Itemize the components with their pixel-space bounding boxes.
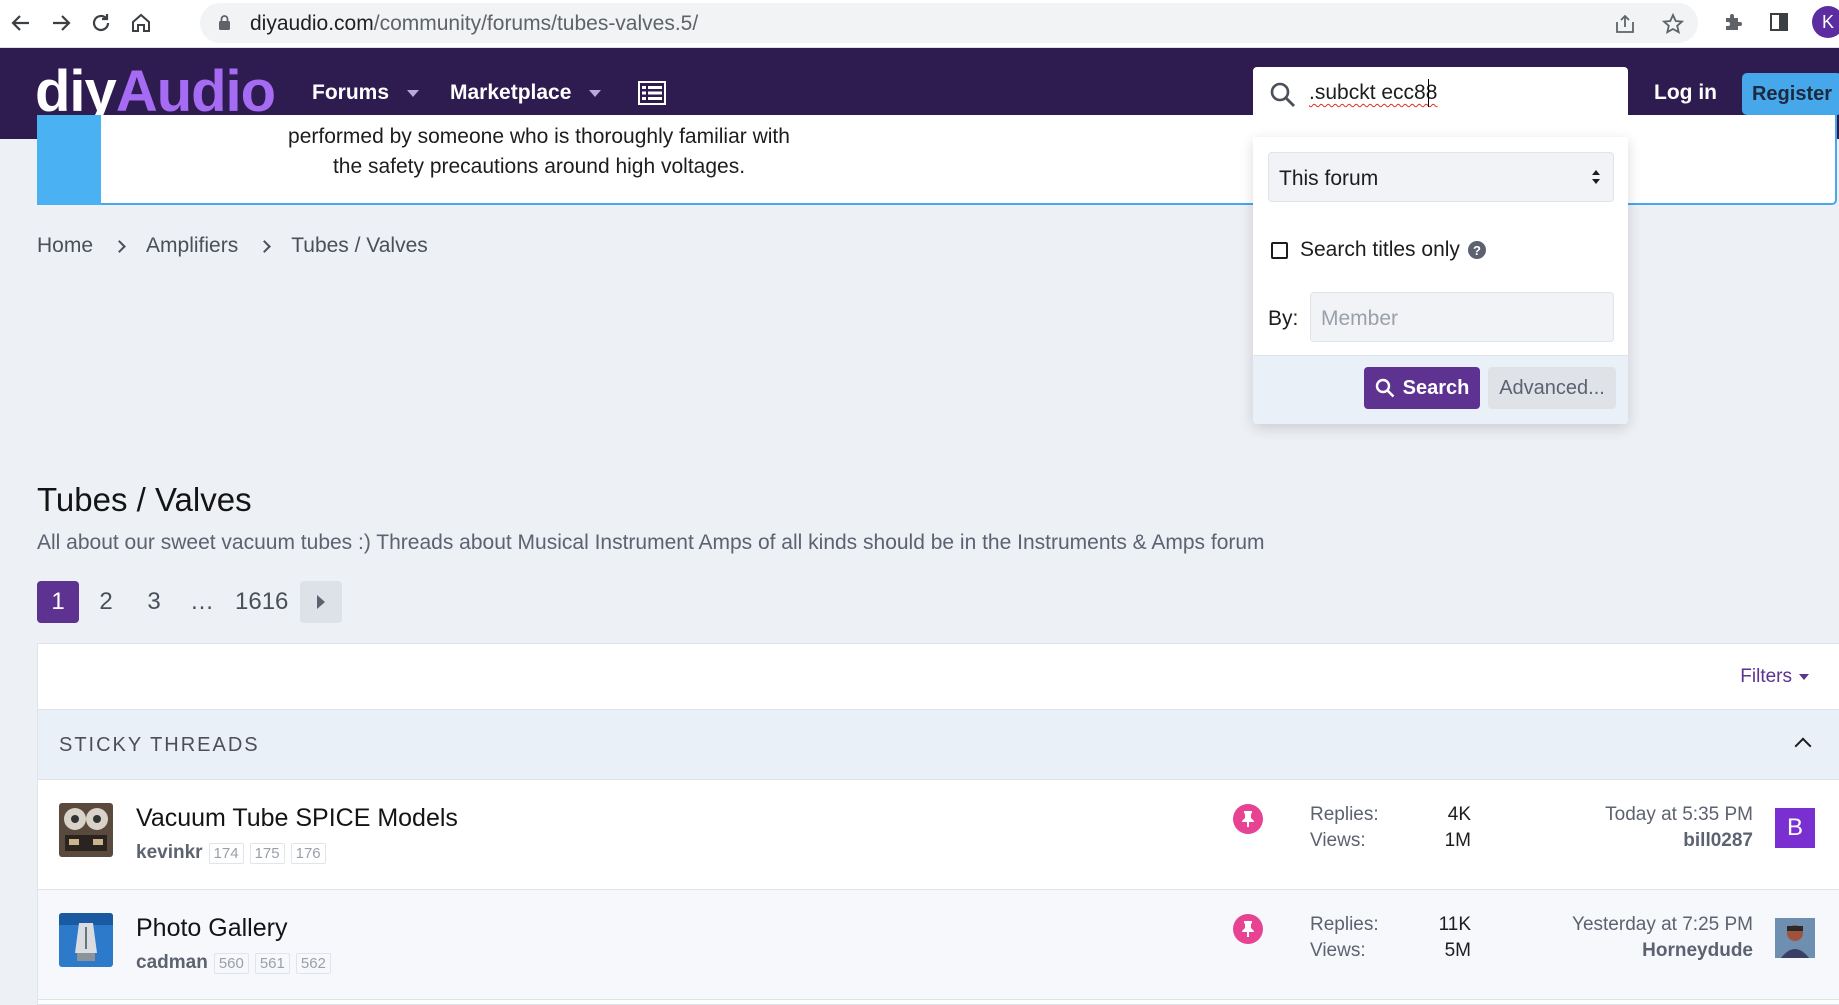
- thread-author: cadman 560 561 562: [136, 952, 331, 974]
- thread-page-link[interactable]: 560: [213, 952, 249, 974]
- page-1[interactable]: 1: [37, 581, 79, 623]
- search-input[interactable]: .subckt ecc88: [1253, 67, 1628, 121]
- latest-post-time[interactable]: Yesterday at 7:25 PM: [1572, 914, 1753, 936]
- breadcrumb-tubes-valves[interactable]: Tubes / Valves: [291, 234, 428, 258]
- replies-label: Replies:: [1310, 804, 1379, 825]
- search-icon: [1375, 378, 1395, 398]
- forward-arrow-icon[interactable]: [44, 6, 78, 40]
- back-arrow-icon[interactable]: [4, 6, 38, 40]
- breadcrumb-amplifiers[interactable]: Amplifiers: [146, 234, 238, 258]
- latest-user-avatar[interactable]: B: [1775, 808, 1815, 848]
- search-button[interactable]: Search: [1364, 367, 1480, 409]
- search-scope-select[interactable]: This forum: [1268, 152, 1614, 202]
- page-last[interactable]: 1616: [229, 581, 294, 623]
- advanced-search-button[interactable]: Advanced...: [1488, 367, 1616, 409]
- help-question-icon[interactable]: ?: [1467, 241, 1486, 259]
- thread-page-link[interactable]: 174: [208, 842, 244, 864]
- search-scope-value: This forum: [1279, 167, 1379, 190]
- latest-post-user[interactable]: bill0287: [1683, 830, 1753, 852]
- page-title: Tubes / Valves: [37, 481, 252, 518]
- page-3[interactable]: 3: [133, 581, 175, 623]
- replies-count: 11K: [1438, 914, 1471, 935]
- thread-author-avatar[interactable]: [59, 803, 113, 857]
- next-arrow-icon: [317, 595, 326, 609]
- collapse-chevron-icon[interactable]: [1794, 737, 1812, 755]
- page-ellipsis[interactable]: …: [181, 581, 223, 623]
- search-titles-only-checkbox[interactable]: [1271, 241, 1288, 259]
- browser-toolbar: diyaudio.com/community/forums/tubes-valv…: [0, 0, 1839, 48]
- sticky-threads-header[interactable]: STICKY THREADS: [38, 710, 1839, 780]
- lock-icon: [219, 15, 230, 30]
- search-titles-only-option[interactable]: Search titles only ?: [1271, 238, 1486, 262]
- thread-row[interactable]: Photo Gallery cadman 560 561 562 Replies…: [38, 890, 1839, 1000]
- views-label: Views:: [1310, 830, 1366, 851]
- chevron-down-icon: [407, 89, 420, 97]
- filters-button[interactable]: Filters: [1740, 666, 1809, 688]
- address-bar[interactable]: diyaudio.com/community/forums/tubes-valv…: [200, 3, 1698, 43]
- thread-list: Filters STICKY THREADS Vacuum Tube SPICE…: [37, 643, 1839, 1005]
- author-name[interactable]: cadman: [136, 952, 208, 974]
- pagination: 1 2 3 … 1616: [37, 581, 343, 623]
- login-link[interactable]: Log in: [1654, 81, 1717, 105]
- views-count: 5M: [1444, 940, 1471, 961]
- next-page-button[interactable]: [300, 581, 343, 623]
- replies-count: 4K: [1447, 804, 1471, 825]
- search-menu-footer: Search Advanced...: [1253, 355, 1628, 424]
- page-description: All about our sweet vacuum tubes :) Thre…: [37, 531, 1265, 554]
- replies-label: Replies:: [1310, 914, 1379, 935]
- latest-post-time[interactable]: Today at 5:35 PM: [1605, 804, 1753, 826]
- sticky-threads-label: STICKY THREADS: [59, 734, 260, 756]
- latest-user-avatar[interactable]: [1775, 918, 1815, 958]
- reload-icon[interactable]: [84, 6, 118, 40]
- url-text: diyaudio.com/community/forums/tubes-valv…: [250, 12, 699, 35]
- chevron-right-icon: [258, 239, 272, 253]
- member-placeholder: Member: [1321, 307, 1399, 330]
- thread-page-link[interactable]: 561: [254, 952, 290, 974]
- nav-forums[interactable]: Forums: [312, 81, 420, 105]
- search-input-value: .subckt ecc88: [1309, 81, 1438, 104]
- thread-title[interactable]: Vacuum Tube SPICE Models: [136, 804, 458, 833]
- whats-new-list-icon[interactable]: [638, 81, 666, 105]
- filter-bar: Filters: [38, 644, 1839, 710]
- share-icon[interactable]: [1612, 11, 1638, 37]
- views-count: 1M: [1444, 830, 1471, 851]
- page-2[interactable]: 2: [85, 581, 127, 623]
- profile-avatar[interactable]: K: [1812, 6, 1839, 38]
- member-input[interactable]: Member: [1310, 292, 1614, 342]
- breadcrumb: Home Amplifiers Tubes / Valves: [37, 234, 428, 258]
- search-dropdown-menu: This forum Search titles only ? By: Memb…: [1253, 137, 1628, 424]
- select-arrows-icon: [1592, 170, 1600, 184]
- author-name[interactable]: kevinkr: [136, 842, 203, 864]
- side-panel-icon[interactable]: [1766, 9, 1792, 35]
- thread-page-link[interactable]: 562: [295, 952, 331, 974]
- bookmark-star-icon[interactable]: [1660, 11, 1686, 37]
- thread-page-link[interactable]: 176: [290, 842, 326, 864]
- home-icon[interactable]: [124, 6, 158, 40]
- search-titles-only-label: Search titles only: [1300, 238, 1460, 261]
- by-label: By:: [1268, 307, 1299, 330]
- thread-author: kevinkr 174 175 176: [136, 842, 326, 864]
- nav-marketplace[interactable]: Marketplace: [450, 81, 602, 105]
- views-label: Views:: [1310, 940, 1366, 961]
- pin-icon: [1233, 804, 1263, 834]
- latest-post-user[interactable]: Horneydude: [1642, 940, 1753, 962]
- search-icon: [1270, 82, 1295, 107]
- breadcrumb-home[interactable]: Home: [37, 234, 93, 258]
- chevron-down-icon: [589, 89, 602, 97]
- thread-page-link[interactable]: 175: [249, 842, 285, 864]
- extensions-puzzle-icon[interactable]: [1720, 9, 1746, 35]
- register-button[interactable]: Register: [1742, 73, 1839, 115]
- thread-title[interactable]: Photo Gallery: [136, 914, 287, 943]
- chevron-right-icon: [113, 239, 126, 253]
- pin-icon: [1233, 914, 1263, 944]
- text-cursor: [1428, 79, 1429, 107]
- thread-author-avatar[interactable]: [59, 913, 113, 967]
- chevron-down-icon: [1799, 674, 1809, 680]
- thread-row[interactable]: Vacuum Tube SPICE Models kevinkr 174 175…: [38, 780, 1839, 890]
